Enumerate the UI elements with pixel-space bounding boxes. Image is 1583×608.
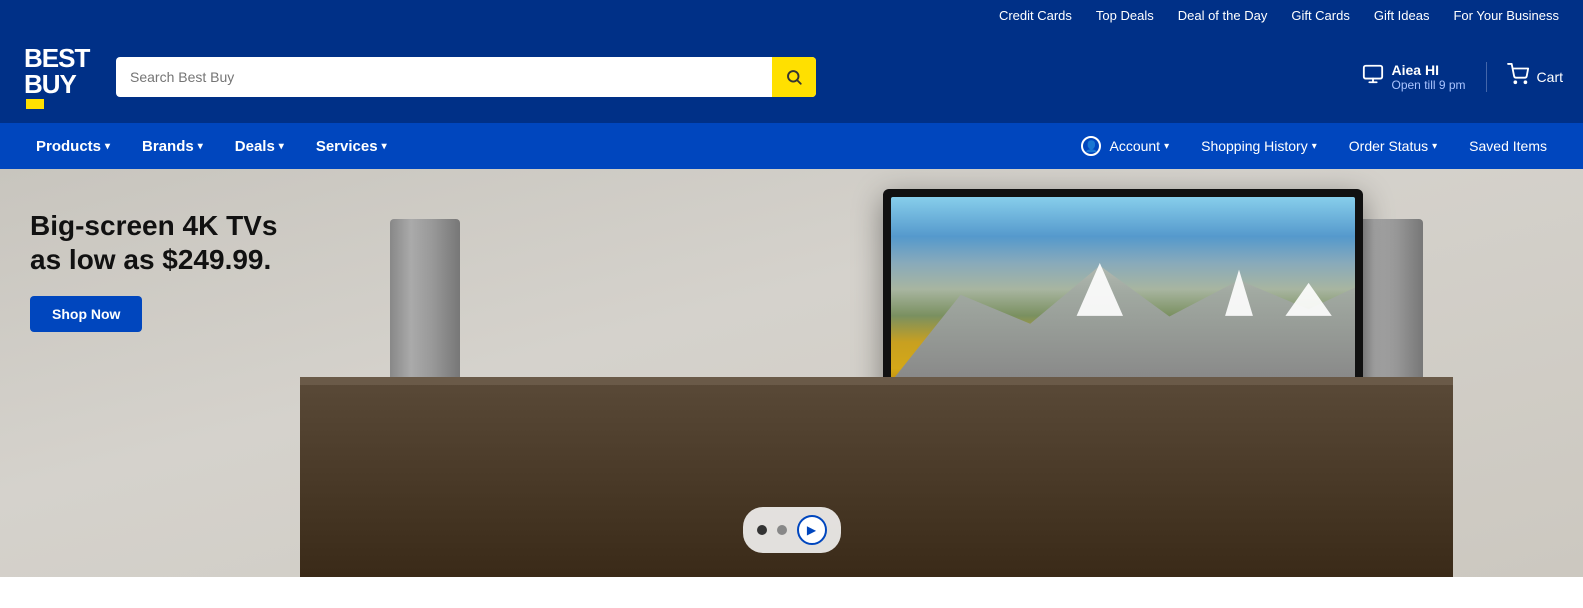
carousel-dot-1[interactable]: [757, 525, 767, 535]
shopping-history-chevron-icon: ▾: [1312, 141, 1317, 152]
utility-bar: Credit Cards Top Deals Deal of the Day G…: [0, 0, 1583, 31]
cabinet-top: [300, 377, 1453, 385]
cart-area[interactable]: Cart: [1507, 63, 1563, 91]
search-icon: [785, 68, 803, 86]
nav-item-brands[interactable]: Brands ▾: [126, 126, 219, 167]
credit-cards-link[interactable]: Credit Cards: [999, 8, 1072, 23]
cart-svg-icon: [1507, 63, 1531, 85]
for-your-business-link[interactable]: For Your Business: [1453, 8, 1559, 23]
search-container: [116, 57, 816, 97]
nav-item-saved-items[interactable]: Saved Items: [1453, 126, 1563, 166]
search-input[interactable]: [116, 57, 816, 97]
logo[interactable]: BESTBUY: [20, 41, 100, 113]
nav-item-account[interactable]: 👤 Account ▾: [1065, 124, 1185, 168]
nav-bar: Products ▾ Brands ▾ Deals ▾ Services ▾ 👤…: [0, 123, 1583, 169]
logo-tag: [26, 99, 44, 109]
nav-item-deals[interactable]: Deals ▾: [219, 126, 300, 167]
entertainment-cabinet: [300, 377, 1453, 577]
play-icon: ▶: [807, 523, 816, 537]
store-icon: [1362, 63, 1384, 91]
nav-right: 👤 Account ▾ Shopping History ▾ Order Sta…: [1065, 124, 1563, 168]
hero-content: Big-screen 4K TVs as low as $249.99. Sho…: [0, 169, 340, 577]
cart-label: Cart: [1537, 69, 1563, 85]
carousel-controls: ▶: [743, 507, 841, 553]
gift-cards-link[interactable]: Gift Cards: [1291, 8, 1350, 23]
nav-item-order-status[interactable]: Order Status ▾: [1333, 126, 1453, 166]
shop-now-button[interactable]: Shop Now: [30, 296, 142, 332]
carousel-play-button[interactable]: ▶: [797, 515, 827, 545]
search-button[interactable]: [772, 57, 816, 97]
header-right: Aiea HI Open till 9 pm Cart: [1362, 62, 1564, 92]
deal-of-the-day-link[interactable]: Deal of the Day: [1178, 8, 1268, 23]
deals-chevron-icon: ▾: [279, 141, 284, 152]
account-chevron-icon: ▾: [1164, 141, 1169, 152]
brands-chevron-icon: ▾: [198, 141, 203, 152]
header-divider: [1486, 62, 1487, 92]
services-chevron-icon: ▾: [382, 141, 387, 152]
top-deals-link[interactable]: Top Deals: [1096, 8, 1154, 23]
location-icon: [1362, 63, 1384, 85]
account-icon: 👤: [1081, 136, 1101, 156]
products-chevron-icon: ▾: [105, 141, 110, 152]
carousel-dot-2[interactable]: [777, 525, 787, 535]
nav-item-services[interactable]: Services ▾: [300, 126, 403, 167]
cart-icon: [1507, 63, 1531, 91]
hero-banner: Big-screen 4K TVs as low as $249.99. Sho…: [0, 169, 1583, 577]
gift-ideas-link[interactable]: Gift Ideas: [1374, 8, 1430, 23]
store-details: Aiea HI Open till 9 pm: [1392, 62, 1466, 92]
nav-item-products[interactable]: Products ▾: [20, 126, 126, 167]
store-hours: Open till 9 pm: [1392, 78, 1466, 92]
nav-left: Products ▾ Brands ▾ Deals ▾ Services ▾: [20, 126, 403, 167]
store-name: Aiea HI: [1392, 62, 1466, 78]
mountain-graphic: [891, 237, 1355, 382]
logo-text: BESTBUY: [24, 45, 89, 97]
order-status-chevron-icon: ▾: [1432, 141, 1437, 152]
nav-item-shopping-history[interactable]: Shopping History ▾: [1185, 126, 1333, 166]
main-header: BESTBUY Aiea HI Open ti: [0, 31, 1583, 123]
hero-headline: Big-screen 4K TVs as low as $249.99.: [30, 209, 310, 276]
store-info[interactable]: Aiea HI Open till 9 pm: [1362, 62, 1466, 92]
